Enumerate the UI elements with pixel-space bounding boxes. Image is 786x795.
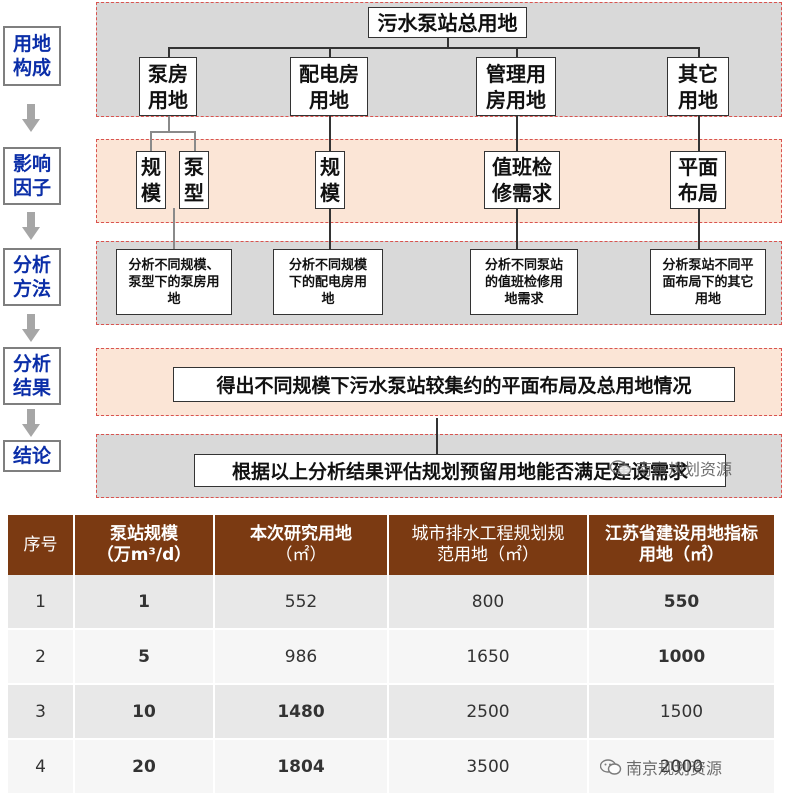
connector-line [516, 209, 518, 249]
connector-line [329, 209, 331, 249]
table-cell: 3500 [388, 739, 589, 795]
watermark: 南京规划资源 [610, 456, 732, 480]
connector-line [329, 47, 331, 57]
table-row: 2 5 986 1650 1000 [8, 629, 776, 685]
table-cell: 1 [74, 575, 215, 630]
table-cell: 1650 [388, 629, 589, 685]
connector-line [168, 47, 699, 49]
table-cell: 1000 [588, 629, 776, 685]
table-header: 泵站规模 （万m³/d） [74, 515, 215, 575]
factor-pump-type: 泵型 [179, 151, 209, 209]
table-cell: 2500 [388, 684, 589, 740]
table-header: 本次研究用地 （㎡） [214, 515, 389, 575]
table-cell: 2 [8, 629, 75, 685]
component-management: 管理用房用地 [476, 57, 556, 116]
connector-line [168, 116, 170, 132]
table-cell: 550 [588, 575, 776, 630]
table-cell: 1804 [214, 739, 389, 795]
component-pump-room: 泵房用地 [139, 57, 197, 116]
method-duty: 分析不同泵站的值班检修用地需求 [470, 249, 578, 315]
table-cell: 552 [214, 575, 389, 630]
down-arrow-icon [22, 104, 40, 132]
table-cell: 5 [74, 629, 215, 685]
table-header: 序号 [8, 515, 75, 575]
stage-label-result: 分析结果 [3, 347, 61, 405]
connector-line [436, 418, 438, 456]
table-cell: 3 [8, 684, 75, 740]
stage-label-method: 分析方法 [3, 248, 61, 306]
connector-line [168, 47, 170, 57]
factor-scale-2: 规模 [315, 151, 345, 209]
table-header: 江苏省建设用地指标 用地（㎡） [588, 515, 776, 575]
down-arrow-icon [22, 314, 40, 342]
land-use-table: 序号 泵站规模 （万m³/d） 本次研究用地 （㎡） 城市排水工程规划规 范用地（㎡）… [8, 515, 776, 795]
connector-line [194, 131, 196, 151]
down-arrow-icon [22, 409, 40, 437]
table-header-row: 序号 泵站规模 （万m³/d） 本次研究用地 （㎡） 城市排水工程规划规 范用地（㎡）… [8, 515, 776, 575]
connector-line [698, 209, 700, 249]
table-cell: 1 [8, 575, 75, 630]
wechat-icon [610, 460, 632, 476]
connector-line [698, 116, 700, 152]
table-cell: 986 [214, 629, 389, 685]
watermark: 南京规划资源 [600, 755, 722, 779]
connector-line [150, 131, 195, 133]
connector-line [516, 116, 518, 152]
table-cell: 10 [74, 684, 215, 740]
table-row: 3 10 1480 2500 1500 [8, 684, 776, 740]
method-power-room: 分析不同规模下的配电房用地 [273, 249, 383, 315]
table-cell: 1500 [588, 684, 776, 740]
factor-duty-maintenance: 值班检修需求 [484, 151, 560, 209]
stage-label-conclusion: 结论 [3, 440, 61, 472]
connector-line [516, 47, 518, 57]
table-cell: 4 [8, 739, 75, 795]
connector-line [698, 47, 700, 57]
stage-label-composition: 用地构成 [3, 26, 61, 86]
table-cell: 20 [74, 739, 215, 795]
method-pump-room: 分析不同规模、泵型下的泵房用地 [116, 249, 232, 315]
down-arrow-icon [22, 212, 40, 240]
connector-line [173, 208, 175, 250]
result-box: 得出不同规模下污水泵站较集约的平面布局及总用地情况 [173, 367, 735, 402]
table-cell: 1480 [214, 684, 389, 740]
table-cell: 800 [388, 575, 589, 630]
table-header: 城市排水工程规划规 范用地（㎡） [388, 515, 589, 575]
connector-line [329, 116, 331, 152]
method-other: 分析泵站不同平面布局下的其它用地 [650, 249, 766, 315]
component-other: 其它用地 [667, 57, 729, 116]
table-row: 1 1 552 800 550 [8, 575, 776, 630]
factor-scale: 规模 [136, 151, 166, 209]
factor-layout: 平面布局 [670, 151, 726, 209]
root-node: 污水泵站总用地 [368, 7, 527, 38]
wechat-icon [600, 759, 622, 775]
stage-label-factors: 影响因子 [3, 147, 61, 205]
component-power-room: 配电房用地 [290, 57, 368, 116]
connector-line [150, 131, 152, 151]
